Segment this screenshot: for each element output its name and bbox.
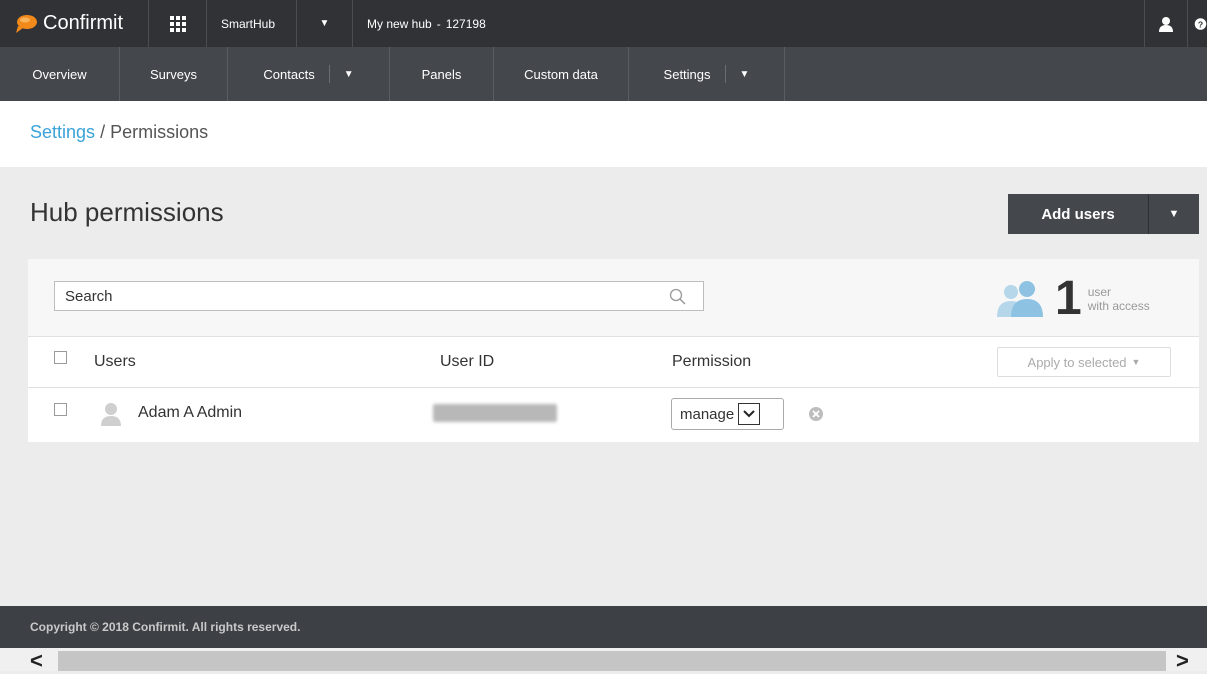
nav-divider [724, 65, 726, 83]
nav-item-label: Panels [421, 66, 462, 82]
nav-item-settings[interactable]: Settings ▼ [629, 47, 785, 101]
table-row: Adam A Admin manage [28, 388, 1199, 442]
apply-to-selected-button[interactable]: Apply to selected ▼ [997, 347, 1171, 377]
search-input[interactable] [54, 281, 704, 311]
page-title: Hub permissions [30, 197, 224, 227]
nav-item-label: Overview [32, 66, 87, 82]
nav-item-panels[interactable]: Panels [390, 47, 494, 101]
column-header-permission[interactable]: Permission [672, 353, 751, 371]
nav-item-surveys[interactable]: Surveys [120, 47, 228, 101]
apply-to-selected-label: Apply to selected [1027, 354, 1127, 370]
nav-item-contacts[interactable]: Contacts ▼ [228, 47, 390, 101]
permission-select[interactable]: manage [671, 398, 784, 430]
column-header-users[interactable]: Users [94, 353, 136, 371]
nav-item-overview[interactable]: Overview [0, 47, 120, 101]
user-count-label-line2: with access [1087, 299, 1150, 313]
user-count-number: 1 [1055, 272, 1082, 325]
column-header-user-id[interactable]: User ID [440, 353, 494, 371]
user-access-count: 1 user with access [993, 275, 1150, 323]
brand-logo[interactable]: Confirmit [0, 0, 149, 47]
copyright-text: Copyright © 2018 Confirmit. All rights r… [30, 620, 301, 634]
user-count-label-line1: user [1087, 285, 1112, 299]
scrollbar-thumb[interactable] [58, 651, 1166, 671]
nav-item-label: Contacts [263, 66, 315, 82]
confirmit-logo-icon [16, 14, 37, 33]
help-icon: ? [1194, 17, 1207, 30]
breadcrumb-settings-link[interactable]: Settings [30, 122, 95, 142]
top-bar: Confirmit SmartHub ▼ My new hub - 127198… [0, 0, 1207, 47]
hub-selector-dropdown[interactable]: ▼ [297, 0, 353, 47]
user-id-redacted [433, 404, 557, 422]
permissions-panel: 1 user with access Users User ID Permiss… [28, 259, 1199, 442]
nav-item-custom-data[interactable]: Custom data [494, 47, 629, 101]
caret-down-icon: ▼ [319, 18, 330, 29]
user-icon [1159, 16, 1173, 32]
user-count-label: user with access [1088, 285, 1150, 313]
caret-down-icon: ▼ [1168, 208, 1180, 220]
nav-item-label: Custom data [524, 66, 598, 82]
footer: Copyright © 2018 Confirmit. All rights r… [0, 606, 1207, 648]
breadcrumb-separator: / [100, 122, 106, 142]
nav-item-label: Surveys [150, 66, 197, 82]
scroll-right-icon[interactable]: > [1176, 648, 1189, 674]
table-header: Users User ID Permission Apply to select… [28, 337, 1199, 388]
caret-down-icon[interactable]: ▼ [740, 69, 750, 80]
chevron-down-icon [738, 403, 761, 425]
grid-icon [169, 15, 186, 32]
hub-name: My new hub [367, 16, 432, 31]
hub-selector-label: SmartHub [221, 16, 276, 31]
panel-header: 1 user with access [28, 259, 1199, 337]
remove-user-icon[interactable] [808, 406, 824, 422]
user-name: Adam A Admin [138, 404, 243, 421]
hub-selector[interactable]: SmartHub [207, 0, 297, 47]
apps-grid-button[interactable] [149, 0, 207, 47]
scroll-left-icon[interactable]: < [30, 648, 43, 674]
caret-down-icon: ▼ [1131, 357, 1141, 367]
search-icon[interactable] [669, 288, 687, 306]
current-hub: My new hub - 127198 [353, 0, 1144, 47]
main-nav: Overview Surveys Contacts ▼ Panels Custo… [0, 47, 1207, 101]
nav-divider [328, 65, 330, 83]
brand-name: Confirmit [43, 12, 124, 34]
add-users-dropdown-button[interactable]: ▼ [1149, 194, 1199, 234]
user-avatar-icon [101, 403, 121, 426]
hub-separator: - [436, 16, 441, 31]
user-menu-button[interactable] [1144, 0, 1187, 47]
help-button[interactable]: ? [1187, 0, 1207, 47]
svg-text:?: ? [1198, 19, 1203, 29]
permission-value: manage [680, 405, 735, 423]
caret-down-icon[interactable]: ▼ [344, 69, 354, 80]
row-checkbox[interactable] [54, 403, 67, 416]
add-users-split-button: Add users ▼ [1008, 194, 1199, 234]
hub-id: 127198 [445, 16, 486, 31]
nav-item-label: Settings [663, 66, 711, 82]
add-users-button[interactable]: Add users [1008, 194, 1149, 234]
users-group-icon [997, 281, 1043, 317]
breadcrumb-current: Permissions [110, 122, 209, 142]
breadcrumb: Settings / Permissions [30, 122, 208, 143]
select-all-checkbox[interactable] [54, 351, 67, 364]
horizontal-scrollbar[interactable]: < > [0, 648, 1207, 674]
